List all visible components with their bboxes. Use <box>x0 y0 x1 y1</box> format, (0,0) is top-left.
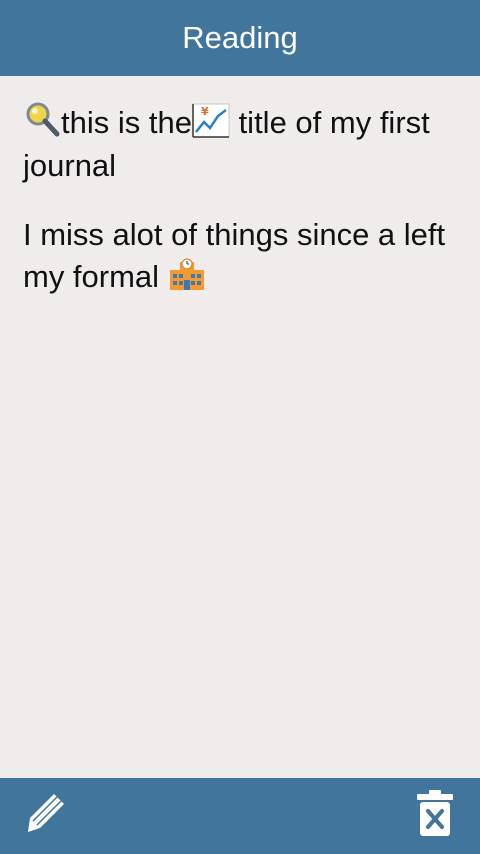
school-building-icon <box>168 254 206 301</box>
journal-content: this is the ¥ title of my first journal … <box>23 100 463 301</box>
app-header: Reading <box>0 0 480 76</box>
chart-yen-icon: ¥ <box>192 102 230 147</box>
journal-body-text: I miss alot of things since a left my fo… <box>23 217 446 294</box>
bottom-toolbar <box>0 778 480 854</box>
page-title: Reading <box>182 20 298 55</box>
journal-body: I miss alot of things since a left my fo… <box>23 216 463 301</box>
delete-button[interactable] <box>406 784 464 846</box>
edit-button[interactable] <box>18 786 74 842</box>
journal-title-text-1: this is the <box>61 105 192 140</box>
pencil-icon <box>24 790 68 839</box>
magnifier-icon <box>23 100 61 147</box>
svg-text:¥: ¥ <box>201 105 209 118</box>
trash-x-icon <box>415 789 455 842</box>
journal-title: this is the ¥ title of my first journal <box>23 100 463 185</box>
